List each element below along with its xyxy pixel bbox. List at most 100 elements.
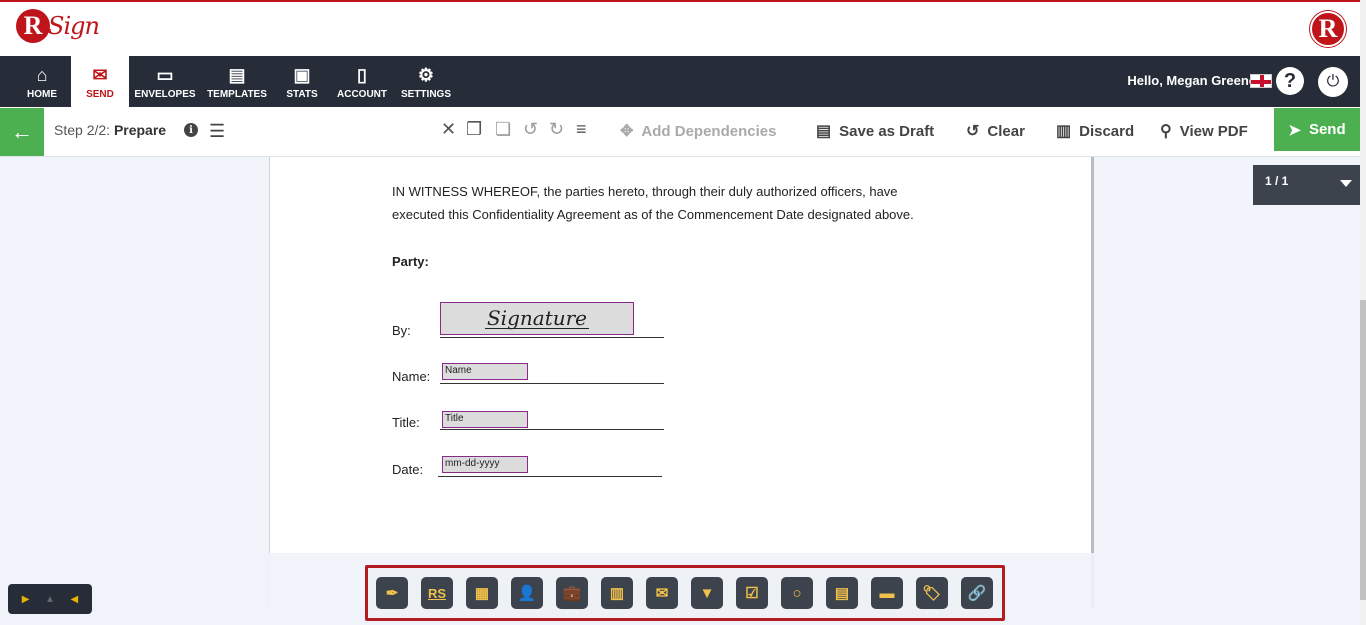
add-dependencies-label: Add Dependencies — [641, 122, 777, 140]
redo-icon[interactable]: ↻ — [549, 119, 564, 140]
templates-icon: ▤ — [228, 64, 246, 85]
initials-tool[interactable]: RS — [421, 577, 453, 609]
step-prefix: Step 2/2: — [54, 122, 111, 138]
document-page: IN WITNESS WHEREOF, the parties hereto, … — [269, 157, 1094, 608]
witness-line-1: IN WITNESS WHEREOF, the parties hereto, … — [392, 184, 898, 199]
date-line — [438, 476, 662, 477]
name-label: Name: — [392, 369, 431, 384]
hyperlink-tool[interactable]: 🔗 — [961, 577, 993, 609]
scrollbar-thumb[interactable] — [1360, 300, 1366, 600]
name-line — [440, 383, 664, 384]
rsign-logo[interactable]: R Sign — [16, 9, 100, 43]
stamp-icon: ▦ — [474, 585, 490, 602]
witness-paragraph: IN WITNESS WHEREOF, the parties hereto, … — [392, 180, 914, 226]
discard-button[interactable]: ▥ Discard — [1056, 121, 1134, 141]
view-pdf-label: View PDF — [1179, 122, 1248, 140]
undo-icon[interactable]: ↺ — [523, 119, 538, 140]
close-icon[interactable]: ✕ — [441, 119, 456, 140]
signature-text: Signature — [484, 306, 590, 330]
list-icon[interactable]: ☰ — [209, 121, 225, 142]
copy-icon[interactable]: ❐ — [466, 119, 482, 140]
save-as-draft-button[interactable]: ▤ Save as Draft — [816, 121, 934, 141]
initials-icon: RS — [427, 585, 447, 601]
nav-envelopes[interactable]: ▭ ENVELOPES — [132, 56, 198, 107]
logo-r-icon: R — [16, 9, 50, 43]
step-indicator: Step 2/2: Prepare — [54, 122, 166, 138]
text-tool[interactable]: ▬ — [871, 577, 903, 609]
nav-envelopes-label: ENVELOPES — [134, 88, 196, 100]
title-label: Title: — [392, 415, 420, 430]
step-name: Prepare — [113, 122, 167, 138]
pen-nib-icon: ✒ — [385, 585, 399, 602]
arrow-right-icon[interactable]: ▶ — [22, 594, 30, 605]
nav-stats[interactable]: ▣ STATS — [278, 56, 326, 107]
info-icon[interactable]: i — [184, 123, 198, 137]
briefcase-icon: 💼 — [562, 585, 582, 602]
tray-icon: ▭ — [156, 64, 174, 85]
tag-icon: 🏷 — [922, 585, 942, 602]
trash-icon: ▥ — [1056, 123, 1072, 140]
signature-tool[interactable]: ✒ — [376, 577, 408, 609]
document-icon: ▤ — [816, 123, 832, 140]
nav-send-label: SEND — [86, 88, 114, 100]
link-icon: 🔗 — [967, 585, 987, 602]
nav-send[interactable]: ✉ SEND — [71, 56, 129, 107]
radio-tool[interactable]: ○ — [781, 577, 813, 609]
company-tool[interactable]: ▥ — [601, 577, 633, 609]
nav-home[interactable]: ⌂ HOME — [14, 56, 70, 107]
account-icon: ▯ — [357, 64, 367, 85]
page-selector[interactable]: 1 / 1 — [1253, 165, 1361, 205]
calendar-icon: ▤ — [834, 585, 850, 602]
caret-down-icon: ▼ — [699, 584, 715, 602]
date-tool[interactable]: ▤ — [826, 577, 858, 609]
panel-toggle[interactable]: ▶ ▲ ◀ — [8, 584, 92, 614]
help-button[interactable]: ? — [1276, 67, 1304, 95]
align-icon[interactable]: ≡ — [576, 119, 587, 140]
arrow-left-icon[interactable]: ◀ — [71, 594, 79, 605]
title-field[interactable]: Title — [442, 411, 528, 428]
nav-templates-label: TEMPLATES — [207, 88, 267, 100]
view-pdf-button[interactable]: ⚲ View PDF — [1160, 121, 1248, 141]
dropdown-tool[interactable]: ▼ — [691, 577, 723, 609]
nav-templates[interactable]: ▤ TEMPLATES — [204, 56, 270, 107]
user-greeting[interactable]: Hello, Megan Greene — [1127, 73, 1256, 88]
email-tool[interactable]: ✉ — [646, 577, 678, 609]
send-label: Send — [1308, 121, 1346, 138]
name-tool[interactable]: 👤 — [511, 577, 543, 609]
envelope-icon: ✉ — [655, 585, 669, 602]
nav-settings[interactable]: ⚙ SETTINGS — [398, 56, 454, 107]
nav-account-label: ACCOUNT — [337, 88, 387, 100]
user-icon: 👤 — [517, 585, 537, 602]
arrow-up-icon[interactable]: ▲ — [45, 594, 55, 605]
logout-button[interactable]: ⏻ — [1318, 67, 1348, 97]
discard-label: Discard — [1079, 122, 1135, 140]
send-button[interactable]: ➤ Send — [1274, 108, 1360, 151]
label-tool[interactable]: 🏷 — [916, 577, 948, 609]
logo-text: Sign — [48, 12, 100, 40]
home-icon: ⌂ — [36, 64, 48, 85]
prepare-toolbar: ← Step 2/2: Prepare i ☰ ✕ ❐ ❏ ↺ ↻ ≡ ✥ Ad… — [0, 107, 1360, 157]
date-field[interactable]: mm-dd-yyyy — [442, 456, 528, 473]
signature-field[interactable]: Signature — [440, 302, 634, 335]
envelope-icon: ✉ — [92, 64, 108, 85]
checkbox-icon: ☑ — [745, 585, 759, 602]
rpost-logo: R — [1310, 11, 1346, 47]
stamp-tool[interactable]: ▦ — [466, 577, 498, 609]
field-toolbar: ✒ RS ▦ 👤 💼 ▥ ✉ ▼ ☑ ○ ▤ ▬ 🏷 🔗 — [365, 565, 1005, 621]
paste-icon[interactable]: ❏ — [495, 119, 511, 140]
clear-button[interactable]: ↺ Clear — [966, 121, 1025, 141]
nav-account[interactable]: ▯ ACCOUNT — [334, 56, 390, 107]
uk-flag-icon[interactable] — [1250, 74, 1272, 88]
puzzle-icon: ✥ — [620, 123, 634, 140]
add-dependencies-button[interactable]: ✥ Add Dependencies — [620, 121, 776, 141]
checkbox-tool[interactable]: ☑ — [736, 577, 768, 609]
name-field[interactable]: Name — [442, 363, 528, 380]
app-header: R Sign R — [0, 0, 1366, 56]
briefcase-icon: ▣ — [293, 64, 311, 85]
radio-icon: ○ — [792, 584, 802, 602]
back-button[interactable]: ← — [0, 108, 44, 156]
nav-home-label: HOME — [27, 88, 57, 100]
witness-line-2: executed this Confidentiality Agreement … — [392, 207, 914, 222]
text-document-icon: ▬ — [879, 584, 895, 602]
title-tool[interactable]: 💼 — [556, 577, 588, 609]
